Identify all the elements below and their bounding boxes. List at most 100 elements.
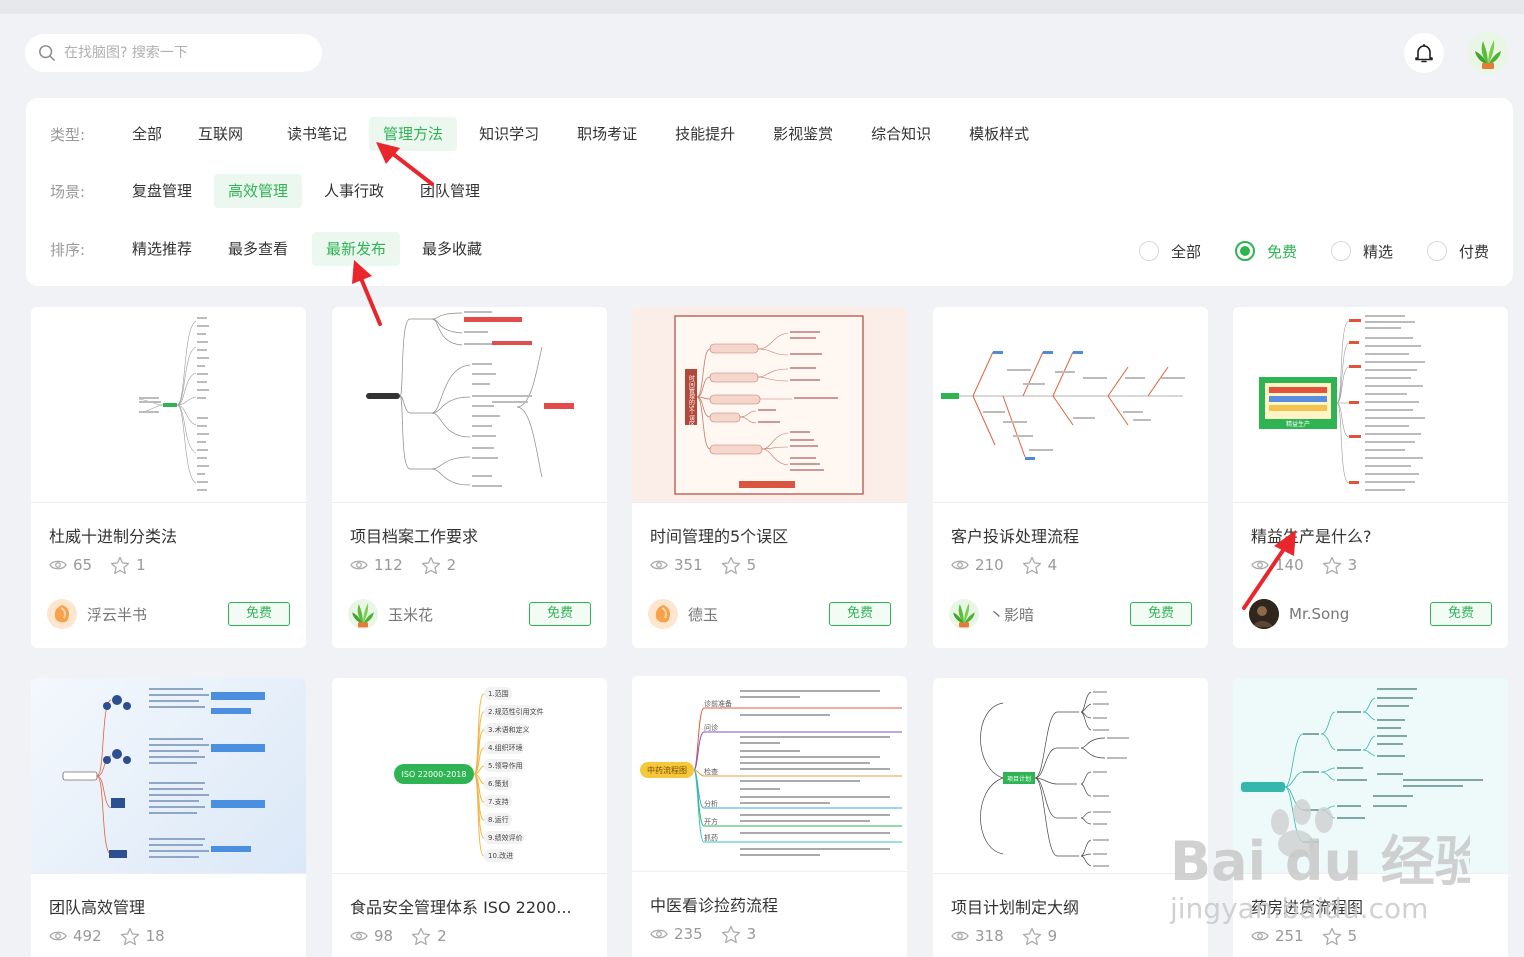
card-thumbnail[interactable]: 中药流程图 诊前准备 问诊 检查 分析 开方 抓药 [632,676,907,872]
card-title[interactable]: 杜威十进制分类法 [31,523,306,545]
iso-item: 4.组织环境 [488,743,523,752]
sort-chip-featured[interactable]: 精选推荐 [118,232,206,266]
type-chip-general[interactable]: 综合知识 [857,117,945,151]
mindmap-card[interactable]: 客户投诉处理流程 210 4 丶影暗 免费 [933,307,1208,648]
free-badge: 免费 [1130,602,1192,626]
radio-label: 精选 [1362,242,1393,261]
card-title[interactable]: 时间管理的5个误区 [632,523,907,545]
card-thumbnail[interactable] [31,307,306,503]
mindmap-card[interactable]: 精益生产 精益生产是什么? 140 3 Mr.Song 免费 [1233,307,1508,648]
type-chip-templates[interactable]: 模板样式 [955,117,1043,151]
mindmap-card[interactable]: 杜威十进制分类法 65 1 浮云半书 免费 [31,307,306,648]
mindmap-card[interactable]: 项目档案工作要求 112 2 玉米花 免费 [332,307,607,648]
author-avatar [949,599,979,629]
card-author[interactable]: 玉米花 免费 [332,598,607,630]
type-chip-knowledge[interactable]: 知识学习 [465,117,553,151]
star-icon [721,925,740,943]
mindmap-preview: 精益生产 [1259,315,1425,491]
sort-chip-most-favorited[interactable]: 最多收藏 [408,232,496,266]
card-stats: 251 5 [1233,925,1508,947]
scene-chip-hr[interactable]: 人事行政 [310,174,398,208]
plant-avatar-icon [352,603,374,628]
scene-chip-team[interactable]: 团队管理 [406,174,494,208]
type-label: 类型: [50,125,86,144]
search-bar[interactable] [25,34,322,72]
type-chip-internet[interactable]: 互联网 [184,117,257,151]
card-title[interactable]: 客户投诉处理流程 [933,523,1208,545]
card-thumbnail[interactable] [1233,678,1508,874]
scene-chip-review[interactable]: 复盘管理 [118,174,206,208]
star-icon [421,556,440,574]
author-name: 玉米花 [388,605,434,624]
type-chip-film[interactable]: 影视鉴赏 [759,117,847,151]
card-thumbnail[interactable]: 精益生产 [1233,307,1508,503]
card-author[interactable]: Mr.Song 免费 [1233,598,1508,630]
mindmap-preview: ISO 22000-2018 1.范围 2.规范性引用文件 3.术语和定义 4.… [394,687,544,862]
star-icon [1022,556,1041,574]
type-chip-skills[interactable]: 技能提升 [661,117,749,151]
mindmap-card[interactable]: 团队高效管理 492 18 [31,678,306,957]
card-author[interactable]: 丶影暗 免费 [933,598,1208,630]
search-input[interactable] [64,45,304,61]
card-author[interactable]: 浮云半书 免费 [31,598,306,630]
card-thumbnail[interactable]: ISO 22000-2018 1.范围 2.规范性引用文件 3.术语和定义 4.… [332,678,607,874]
sort-chip-most-viewed[interactable]: 最多查看 [214,232,302,266]
mindmap-card[interactable]: 中药流程图 诊前准备 问诊 检查 分析 开方 抓药 中医看诊捡药流程 235 3 [632,676,907,957]
views-count: 492 [49,927,102,945]
card-title[interactable]: 项目计划制定大纲 [933,894,1208,916]
card-thumbnail[interactable]: 项目计划 [933,678,1208,874]
card-stats: 351 5 [632,554,907,576]
price-radio-paid[interactable]: 付费 [1426,241,1489,262]
mindmap-card[interactable]: ISO 22000-2018 1.范围 2.规范性引用文件 3.术语和定义 4.… [332,678,607,957]
views-value: 210 [975,556,1004,574]
free-badge: 免费 [1430,602,1492,626]
card-stats: 140 3 [1233,554,1508,576]
free-badge: 免费 [829,602,891,626]
stars-value: 9 [1047,927,1058,945]
sort-chip-newest[interactable]: 最新发布 [312,232,401,266]
views-value: 251 [1275,927,1304,945]
type-chip-management[interactable]: 管理方法 [369,117,458,151]
photo-avatar-icon [1249,599,1279,629]
mindmap-card[interactable]: 药房进货流程图 251 5 [1233,678,1508,957]
card-author[interactable]: 德玉 免费 [632,598,907,630]
card-thumbnail[interactable] [31,678,306,874]
mindmap-card[interactable]: 时间管理的5个误区 时间管理的5个误区 351 5 德玉 免费 [632,307,907,648]
card-thumbnail[interactable] [332,307,607,503]
views-value: 492 [73,927,102,945]
price-radio-featured[interactable]: 精选 [1330,241,1393,262]
mindmap-preview [941,351,1185,460]
card-title[interactable]: 团队高效管理 [31,894,306,916]
card-title[interactable]: 食品安全管理体系 ISO 2200... [332,894,607,916]
user-avatar[interactable] [1467,32,1509,74]
mindmap-card[interactable]: 项目计划 项目计划制定大纲 318 9 [933,678,1208,957]
card-title[interactable]: 项目档案工作要求 [332,523,607,545]
author-name: Mr.Song [1289,605,1350,623]
stars-value: 5 [746,556,757,574]
card-title[interactable]: 精益生产是什么? [1233,523,1508,545]
mindmap-preview: 中药流程图 诊前准备 问诊 检查 分析 开方 抓药 [640,690,902,856]
type-chip-reading-notes[interactable]: 读书笔记 [273,117,361,151]
views-value: 98 [374,927,394,945]
eye-icon [951,560,969,570]
card-title[interactable]: 中医看诊捡药流程 [632,892,907,914]
price-radio-group: 全部 免费 精选 付费 [1105,234,1489,268]
mindmap-preview [62,688,265,858]
price-radio-all[interactable]: 全部 [1138,241,1201,262]
scene-chip-efficiency[interactable]: 高效管理 [214,174,303,208]
card-stats: 98 2 [332,925,607,947]
author-avatar [348,599,378,629]
mindmap-preview: 时间管理的5个误区 [674,315,864,495]
price-radio-free[interactable]: 免费 [1234,241,1297,262]
stars-value: 5 [1347,927,1358,945]
type-chip-all[interactable]: 全部 [118,117,176,151]
notification-button[interactable] [1404,33,1444,73]
eye-icon [49,931,67,941]
card-thumbnail[interactable] [933,307,1208,503]
card-stats: 112 2 [332,554,607,576]
bell-icon [1415,44,1433,63]
card-title[interactable]: 药房进货流程图 [1233,894,1508,916]
card-thumbnail[interactable]: 时间管理的5个误区 [632,307,907,503]
type-chip-workplace-exam[interactable]: 职场考证 [563,117,651,151]
eye-icon [650,929,668,939]
